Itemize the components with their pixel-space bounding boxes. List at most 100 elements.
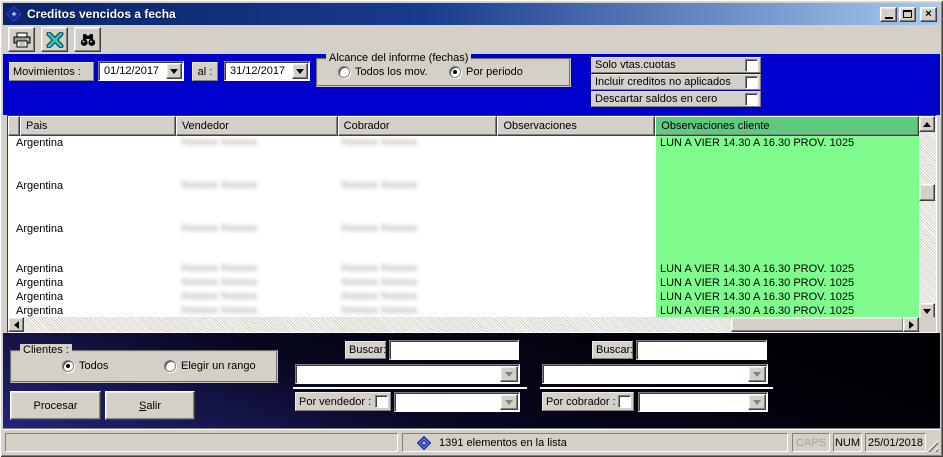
date-from-combo[interactable]: 01/12/2017 — [98, 61, 184, 81]
toolbar — [3, 25, 940, 54]
arrow-down-icon — [923, 309, 931, 314]
binoculars-icon — [79, 32, 97, 48]
app-icon — [6, 6, 22, 22]
minimize-button[interactable] — [880, 7, 897, 22]
separator-line — [293, 387, 527, 389]
cell-pais: Argentina — [16, 137, 63, 149]
chevron-down-icon — [753, 400, 761, 405]
cell-observaciones-cliente: LUN A VIER 14.30 A 16.30 PROV. 1025 — [660, 305, 854, 317]
cliente-dropdown-2[interactable] — [542, 364, 768, 384]
print-button[interactable] — [8, 27, 35, 52]
por-cobrador-toggle[interactable]: Por cobrador : — [542, 392, 634, 411]
cell-vendedor-blurred: Xxxxxxx Xxxxxxx — [181, 180, 257, 191]
radio-todos-label: Todos — [79, 360, 108, 372]
clientes-groupbox: Clientes : Todos Elegir un rango — [10, 350, 278, 383]
checkbox-incluir-creditos[interactable]: Incluir creditos no aplicados — [591, 74, 761, 90]
dropdown-button-disabled[interactable] — [500, 366, 518, 382]
dropdown-button-disabled[interactable] — [500, 394, 518, 410]
dropdown-value — [544, 366, 748, 382]
header-observaciones[interactable]: Observaciones — [497, 116, 655, 136]
por-cobrador-label: Por cobrador : — [546, 396, 618, 408]
buscar-input-1[interactable] — [389, 340, 519, 360]
scrollbar-corner — [919, 317, 936, 332]
cell-vendedor-blurred: Xxxxxxx Xxxxxxx — [181, 223, 257, 234]
checkbox-icon[interactable] — [745, 76, 758, 89]
minimize-icon — [885, 17, 893, 19]
por-vendedor-label: Por vendedor : — [299, 396, 375, 408]
header-pais[interactable]: Pais — [20, 116, 176, 136]
table-row[interactable]: ArgentinaXxxxxxx XxxxxxxXxxxxxx Xxxxxxx — [8, 222, 919, 262]
cobrador-dropdown[interactable] — [638, 392, 768, 412]
cell-vendedor-blurred: Xxxxxxx Xxxxxxx — [181, 291, 257, 302]
cell-cobrador-blurred: Xxxxxxx Xxxxxxx — [341, 137, 417, 148]
dropdown-button-disabled[interactable] — [748, 366, 766, 382]
buscar-input-2[interactable] — [636, 340, 767, 360]
date-from-dropdown-button[interactable] — [166, 63, 182, 79]
checkbox-label: Solo vtas.cuotas — [595, 59, 745, 71]
header-observaciones-cliente[interactable]: Observaciones cliente — [655, 116, 919, 136]
title-bar[interactable]: Creditos vencidos a fecha × — [3, 3, 940, 25]
export-excel-button[interactable] — [41, 27, 68, 52]
alcance-groupbox: Alcance del informe (fechas) Todos los m… — [316, 58, 571, 87]
table-row[interactable]: ArgentinaXxxxxxx XxxxxxxXxxxxxx XxxxxxxL… — [8, 276, 919, 290]
checkbox-solo-vtas-cuotas[interactable]: Solo vtas.cuotas — [591, 57, 761, 73]
arrow-up-icon — [923, 122, 931, 127]
cell-cobrador-blurred: Xxxxxxx Xxxxxxx — [341, 263, 417, 274]
header-selector-stub — [8, 116, 20, 136]
cell-pais: Argentina — [16, 291, 63, 303]
find-button[interactable] — [74, 27, 101, 52]
checkbox-icon[interactable] — [745, 59, 758, 72]
table-row[interactable]: ArgentinaXxxxxxx XxxxxxxXxxxxxx XxxxxxxL… — [8, 290, 919, 304]
date-to-combo[interactable]: 31/12/2017 — [224, 61, 310, 81]
table-row[interactable]: ArgentinaXxxxxxx XxxxxxxXxxxxxx XxxxxxxL… — [8, 262, 919, 276]
cliente-dropdown-1[interactable] — [295, 364, 520, 384]
arrow-right-icon — [909, 321, 914, 329]
radio-por-periodo-label: Por periodo — [466, 66, 523, 78]
vertical-scrollbar[interactable] — [919, 116, 936, 319]
table-row[interactable]: ArgentinaXxxxxxx XxxxxxxXxxxxxx XxxxxxxL… — [8, 136, 919, 179]
resize-grip[interactable] — [925, 439, 938, 452]
status-panel-empty — [5, 433, 398, 452]
radio-todos-los-mov[interactable]: Todos los mov. — [338, 66, 428, 78]
vertical-scroll-thumb[interactable] — [919, 184, 935, 201]
al-label: al : — [192, 62, 218, 81]
dropdown-button-disabled[interactable] — [748, 394, 766, 410]
cell-cobrador-blurred: Xxxxxxx Xxxxxxx — [341, 305, 417, 316]
radio-elegir-rango[interactable]: Elegir un rango — [164, 360, 256, 372]
dropdown-value — [640, 394, 748, 410]
procesar-button[interactable]: Procesar — [10, 391, 101, 420]
table-row[interactable]: ArgentinaXxxxxxx XxxxxxxXxxxxxx XxxxxxxL… — [8, 304, 919, 317]
radio-clientes-todos[interactable]: Todos — [62, 360, 108, 372]
checkbox-label: Incluir creditos no aplicados — [595, 76, 745, 88]
procesar-label: Procesar — [33, 400, 77, 412]
horizontal-scrollbar[interactable] — [8, 317, 919, 332]
date-from-value: 01/12/2017 — [100, 63, 166, 79]
table-row[interactable]: ArgentinaXxxxxxx XxxxxxxXxxxxxx Xxxxxxx — [8, 179, 919, 222]
excel-icon — [46, 32, 64, 48]
checkbox-icon[interactable] — [745, 93, 758, 106]
cell-cobrador-blurred: Xxxxxxx Xxxxxxx — [341, 223, 417, 234]
num-indicator: NUM — [833, 433, 862, 452]
checkbox-icon[interactable] — [375, 395, 388, 408]
close-button[interactable]: × — [920, 7, 937, 22]
radio-selected-icon — [449, 66, 461, 78]
header-vendedor[interactable]: Vendedor — [176, 116, 338, 136]
scroll-right-button[interactable] — [903, 317, 919, 332]
radio-por-periodo[interactable]: Por periodo — [449, 66, 523, 78]
salir-button[interactable]: Salir — [105, 391, 195, 420]
scroll-left-button[interactable] — [8, 317, 24, 332]
por-vendedor-toggle[interactable]: Por vendedor : — [295, 392, 391, 411]
radio-selected-icon — [62, 360, 74, 372]
cell-pais: Argentina — [16, 180, 63, 192]
status-date: 25/01/2018 — [865, 433, 926, 452]
header-cobrador[interactable]: Cobrador — [338, 116, 498, 136]
horizontal-scroll-thumb[interactable] — [731, 317, 904, 332]
date-to-dropdown-button[interactable] — [292, 63, 308, 79]
checkbox-descartar-saldos[interactable]: Descartar saldos en cero — [591, 91, 761, 107]
scroll-up-button[interactable] — [919, 116, 935, 132]
radio-elegir-rango-label: Elegir un rango — [181, 360, 256, 372]
maximize-button[interactable] — [899, 7, 916, 22]
vendedor-dropdown[interactable] — [394, 392, 520, 412]
checkbox-icon[interactable] — [618, 395, 631, 408]
cell-observaciones-cliente: LUN A VIER 14.30 A 16.30 PROV. 1025 — [660, 291, 854, 303]
